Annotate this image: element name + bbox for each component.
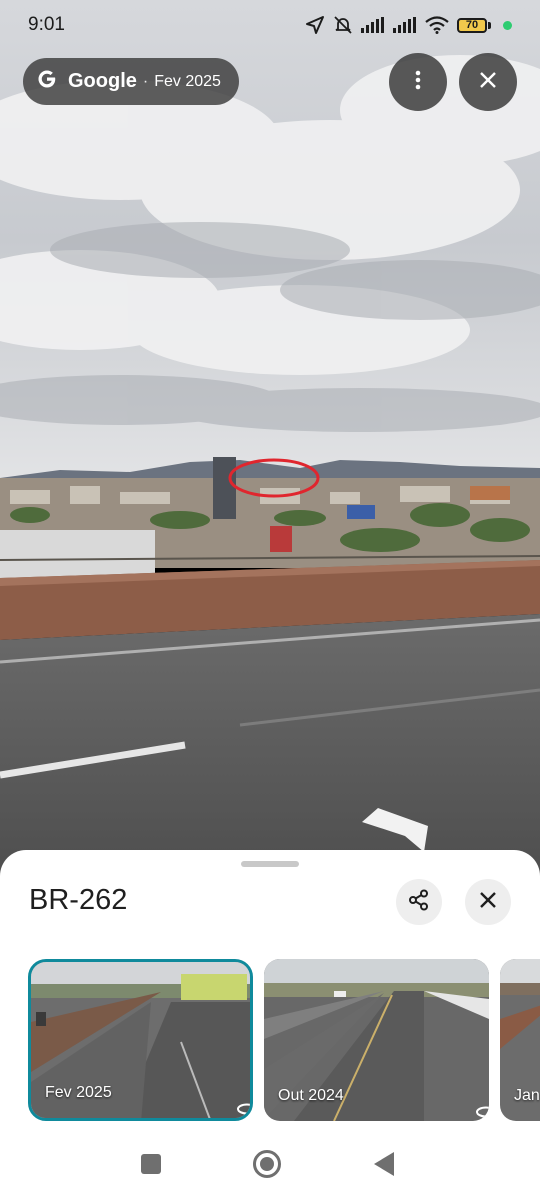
close-sheet-button[interactable] (465, 879, 511, 925)
home-button[interactable] (253, 1150, 281, 1178)
status-icons: 70 (305, 15, 512, 35)
google-g-icon (36, 68, 68, 95)
battery-indicator: 70 (457, 17, 491, 33)
share-button[interactable] (396, 879, 442, 925)
drag-handle[interactable] (241, 861, 299, 867)
location-arrow-icon (305, 15, 325, 35)
imagery-history-carousel[interactable]: Fev 2025 Out 2024 Jan (0, 959, 540, 1124)
recent-apps-button[interactable] (141, 1154, 161, 1174)
brand-label: Google (68, 70, 137, 92)
system-navigation-bar (0, 1130, 540, 1200)
muted-bell-icon (333, 15, 353, 35)
history-thumbnail[interactable]: Out 2024 (264, 959, 489, 1121)
imagery-date-chip[interactable]: Google · Fev 2025 (23, 58, 239, 105)
thumbnail-date: Fev 2025 (45, 1084, 112, 1101)
thumbnail-date: Jan (514, 1087, 540, 1104)
status-time: 9:01 (28, 14, 65, 35)
status-bar: 9:01 70 (0, 0, 540, 50)
road-title: BR-262 (29, 884, 128, 916)
wifi-icon (425, 16, 449, 34)
history-thumbnail[interactable]: Jan (500, 959, 540, 1121)
more-options-button[interactable] (389, 53, 447, 111)
close-icon (479, 71, 497, 94)
close-panorama-button[interactable] (459, 53, 517, 111)
history-thumbnail[interactable]: Fev 2025 (28, 959, 253, 1121)
close-icon (479, 891, 497, 914)
imagery-date: Fev 2025 (154, 72, 221, 90)
separator-dot: · (142, 72, 149, 90)
thumbnail-date: Out 2024 (278, 1087, 344, 1104)
battery-level: 70 (457, 17, 487, 33)
more-vert-icon (415, 70, 421, 95)
signal-strength-icon (361, 17, 385, 33)
signal-strength-icon-2 (393, 17, 417, 33)
privacy-dot-icon (503, 20, 512, 30)
share-icon (408, 889, 430, 916)
back-button[interactable] (374, 1152, 394, 1176)
street-view-panorama[interactable] (0, 0, 540, 880)
